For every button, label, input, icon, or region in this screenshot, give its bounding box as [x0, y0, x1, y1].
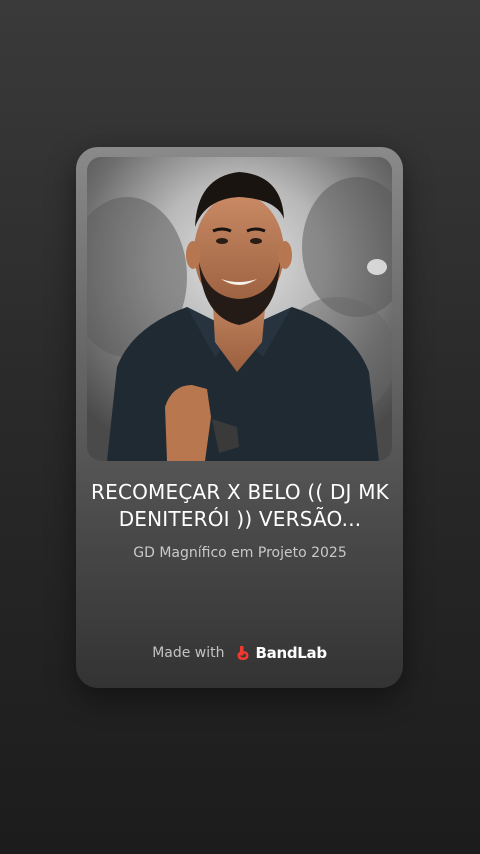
brand-name: BandLab — [255, 644, 328, 662]
track-subtitle[interactable]: GD Magnífico em Projeto 2025 — [90, 543, 390, 563]
made-with-label: Made with — [152, 645, 225, 661]
track-title[interactable]: RECOMEÇAR X BELO (( DJ MK DENITERÓI )) V… — [90, 479, 390, 533]
bandlab-logo-icon — [237, 646, 248, 660]
track-card[interactable]: RECOMEÇAR X BELO (( DJ MK DENITERÓI )) V… — [76, 147, 403, 688]
made-with-footer: Made with BandLab — [76, 643, 403, 663]
cover-art — [87, 157, 392, 461]
artist-portrait-icon — [87, 157, 392, 461]
bandlab-brand[interactable]: BandLab — [233, 643, 327, 663]
